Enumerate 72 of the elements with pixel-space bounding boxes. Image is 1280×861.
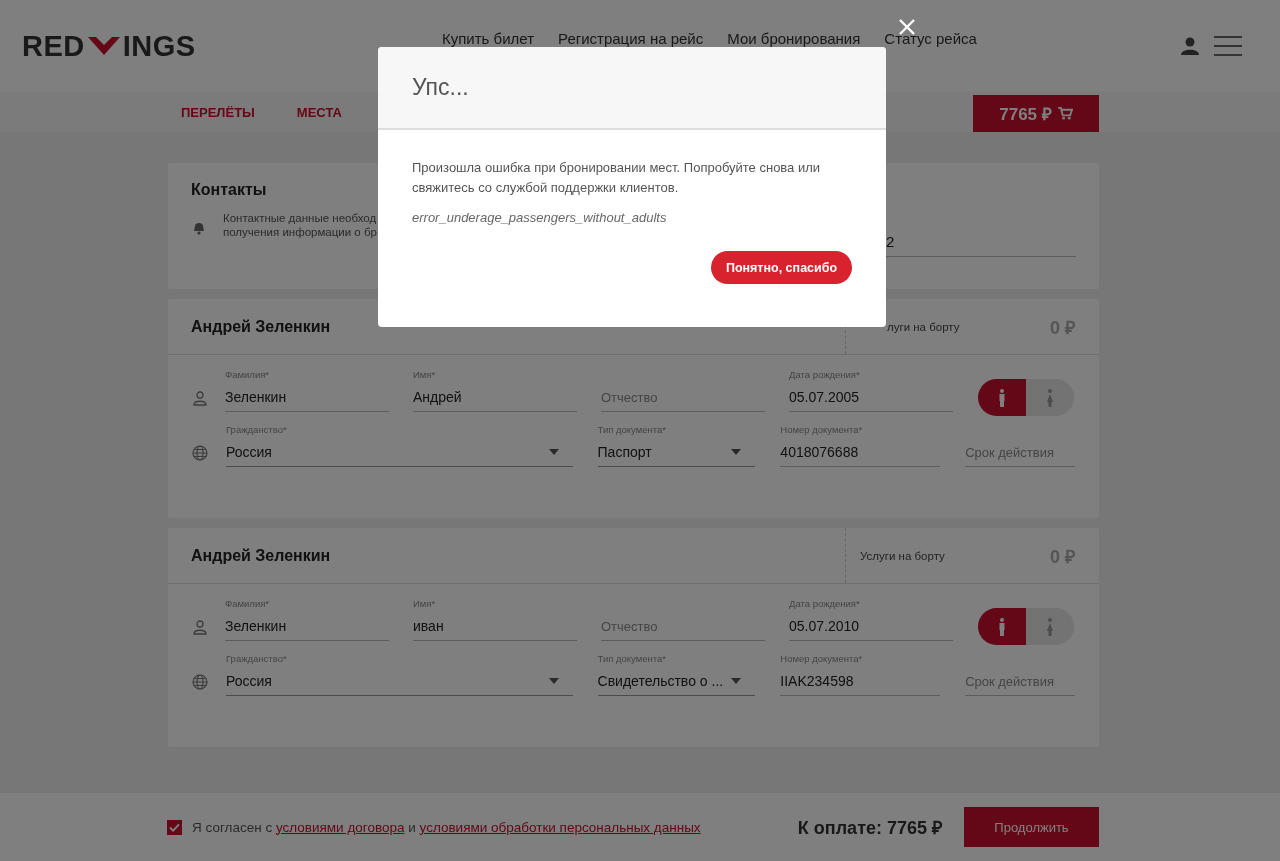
- wing-logo-icon: [85, 35, 122, 57]
- agree-text: Я согласен с: [192, 819, 273, 835]
- select-field[interactable]: Россия: [226, 667, 573, 696]
- menu-icon[interactable]: [1214, 36, 1242, 56]
- input-field[interactable]: иван: [413, 612, 577, 641]
- services-label: луги на борту: [887, 320, 960, 333]
- male-toggle[interactable]: [978, 379, 1026, 416]
- input-field[interactable]: Отчество: [601, 383, 765, 412]
- input-field[interactable]: 4018076688: [780, 438, 941, 467]
- input-field[interactable]: Срок действия: [965, 438, 1075, 467]
- input-field[interactable]: Андрей: [413, 383, 577, 412]
- logo-text: RED: [22, 29, 85, 63]
- male-icon: [998, 388, 1006, 407]
- nav-link[interactable]: Статус рейса: [884, 29, 977, 47]
- contacts-note: получения информации о бр: [223, 225, 377, 239]
- input-field[interactable]: IIAK234598: [780, 667, 941, 696]
- field-label: Фамилия*: [225, 598, 270, 609]
- select-field[interactable]: Свидетельство о ...: [597, 667, 756, 696]
- field-label: Номер документа*: [780, 424, 863, 435]
- male-icon: [998, 617, 1006, 636]
- field-label: Дата рождения*: [789, 598, 860, 609]
- dialog-title: Упс...: [412, 74, 469, 101]
- privacy-link[interactable]: условиями обработки персональных данных: [419, 819, 701, 835]
- passenger-name: Андрей Зеленкин: [190, 316, 332, 337]
- person-icon: [192, 390, 208, 406]
- select-field[interactable]: Россия: [226, 438, 573, 467]
- step-tab[interactable]: ПЕРЕЛЁТЫ: [181, 104, 255, 120]
- cart-button[interactable]: 7765 ₽: [973, 95, 1099, 132]
- field-label: Фамилия*: [225, 369, 270, 380]
- ok-button[interactable]: Понятно, спасибо: [711, 251, 852, 284]
- caret-icon: [548, 449, 559, 455]
- caret-icon: [731, 678, 742, 684]
- caret-icon: [731, 449, 742, 455]
- select-field[interactable]: Паспорт: [597, 438, 756, 467]
- input-field[interactable]: Срок действия: [965, 667, 1075, 696]
- input-field[interactable]: 05.07.2005: [789, 383, 953, 412]
- agree-text: и: [408, 819, 416, 835]
- section-title: Контакты: [191, 181, 267, 199]
- person-icon: [192, 619, 208, 635]
- passenger-name: Андрей Зеленкин: [190, 545, 332, 566]
- agree-checkbox[interactable]: [167, 819, 182, 835]
- services-label: Услуги на борту: [860, 549, 945, 562]
- field-label: Номер документа*: [780, 653, 863, 664]
- nav-link[interactable]: Купить билет: [442, 29, 535, 47]
- globe-icon: [192, 445, 208, 461]
- close-icon[interactable]: [899, 19, 915, 35]
- female-icon: [1046, 388, 1054, 407]
- input-field[interactable]: Зеленкин: [225, 612, 389, 641]
- field-label: Дата рождения*: [789, 369, 860, 380]
- total-amount: К оплате: 7765 ₽: [797, 817, 942, 839]
- field-label: Тип документа*: [597, 424, 667, 435]
- field-label: Тип документа*: [597, 653, 667, 664]
- logo-text: INGS: [122, 29, 196, 63]
- terms-link[interactable]: условиями договора: [275, 819, 405, 835]
- field-label: Имя*: [413, 598, 436, 609]
- male-toggle[interactable]: [978, 608, 1026, 645]
- female-icon: [1046, 617, 1054, 636]
- nav-link[interactable]: Регистрация на рейс: [558, 29, 704, 47]
- error-code: error_underage_passengers_without_adults: [412, 210, 668, 225]
- nav-link[interactable]: Мои бронирования: [727, 29, 861, 47]
- input-field[interactable]: Зеленкин: [225, 383, 389, 412]
- step-tab[interactable]: МЕСТА: [296, 104, 342, 120]
- field-label: Имя*: [413, 369, 436, 380]
- continue-button[interactable]: Продолжить: [964, 807, 1099, 847]
- caret-icon: [548, 678, 559, 684]
- input-field[interactable]: 05.07.2010: [789, 612, 953, 641]
- input-field[interactable]: Отчество: [601, 612, 765, 641]
- globe-icon: [192, 674, 208, 690]
- cart-icon: [1057, 107, 1073, 120]
- contacts-note: Контактные данные необход: [223, 211, 377, 225]
- user-icon[interactable]: [1180, 36, 1200, 56]
- error-message: Произошла ошибка при бронировании мест. Попробуйте снова или свяжитесь со службой поддержки клиентов.: [412, 159, 822, 197]
